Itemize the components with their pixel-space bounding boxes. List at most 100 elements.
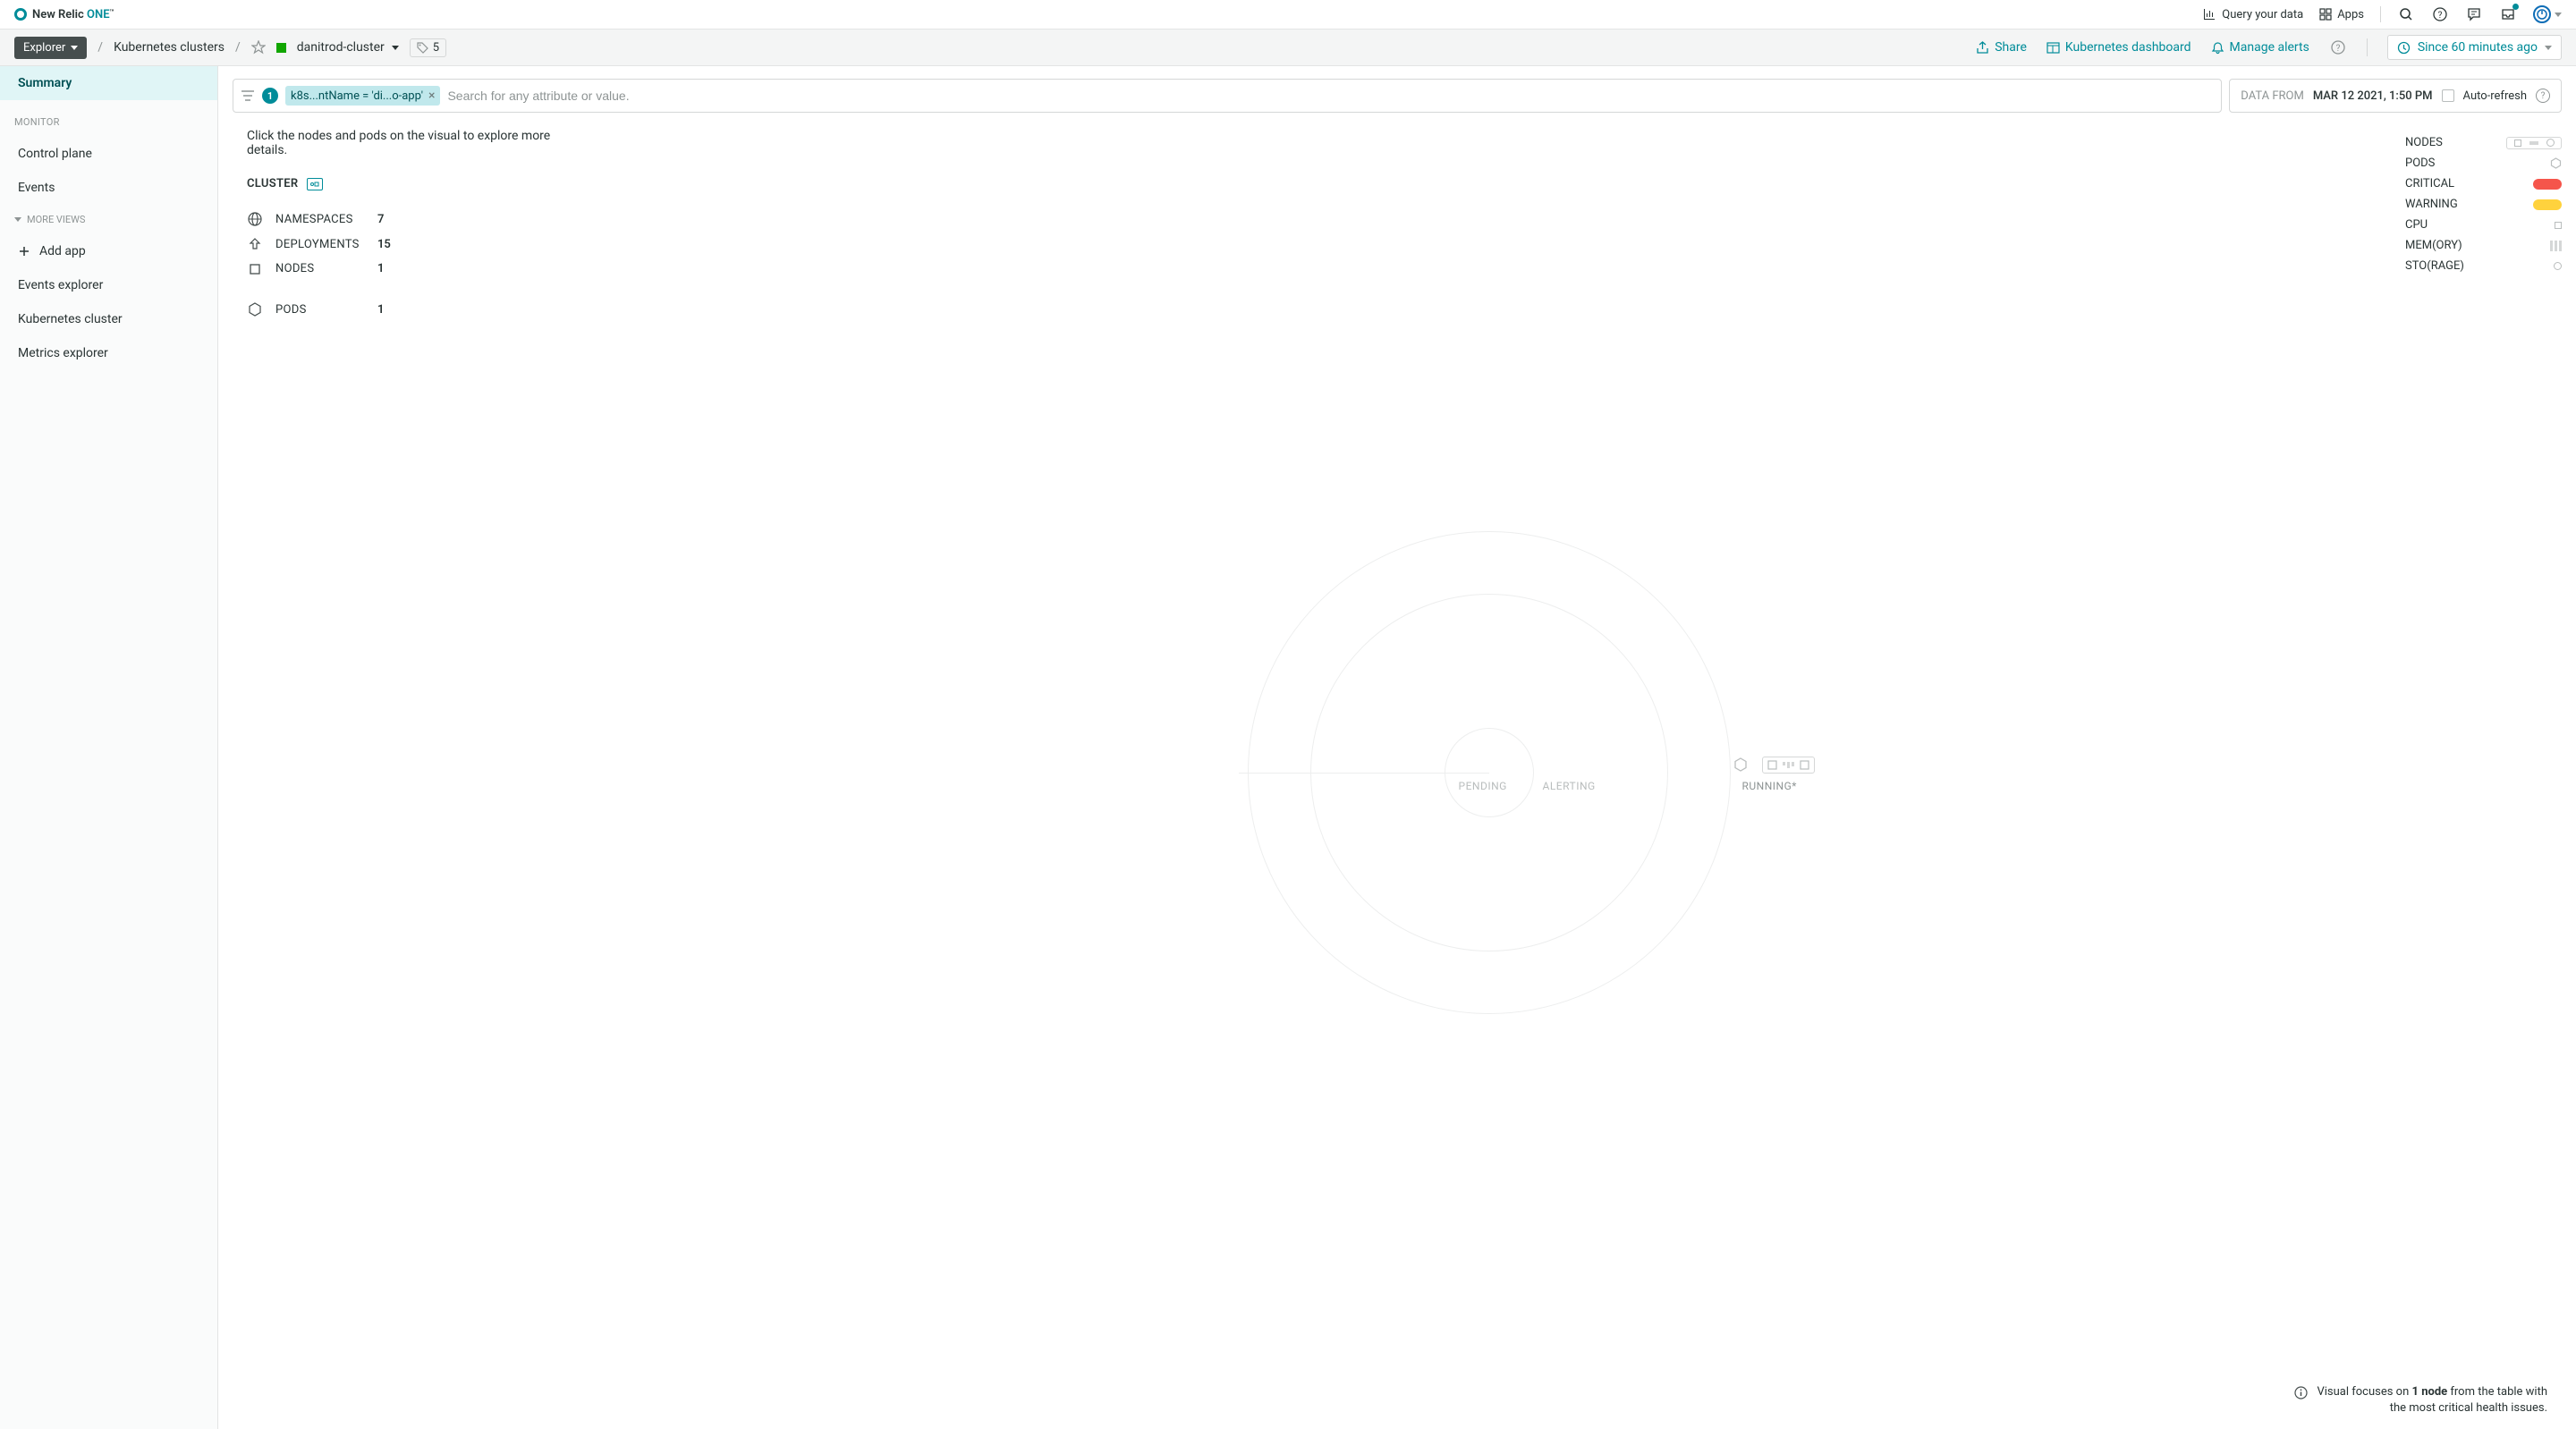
storage-swatch — [2554, 262, 2562, 270]
auto-refresh-label: Auto-refresh — [2463, 89, 2527, 103]
cluster-title: CLUSTER — [247, 177, 572, 190]
query-data-link[interactable]: Query your data — [2202, 7, 2303, 21]
filter-chip[interactable]: k8s...ntName = 'di...o-app' × — [285, 86, 440, 106]
chevron-down-icon — [14, 217, 21, 222]
help-button[interactable]: ? — [2431, 5, 2449, 23]
label-alerting: ALERTING — [1543, 780, 1596, 792]
user-menu[interactable] — [2533, 5, 2562, 23]
running-node-marker[interactable] — [1762, 757, 1815, 774]
brand-icon — [14, 8, 27, 21]
notification-dot — [2512, 4, 2519, 10]
radial-line — [1239, 773, 1489, 774]
feedback-button[interactable] — [2465, 5, 2483, 23]
hexagon-icon — [247, 302, 263, 317]
dashboard-link[interactable]: Kubernetes dashboard — [2046, 40, 2191, 55]
auto-refresh-checkbox[interactable] — [2442, 89, 2454, 102]
filter-icon — [241, 89, 255, 102]
cluster-icon — [307, 178, 323, 190]
square-icon — [1767, 760, 1777, 770]
sidebar-summary[interactable]: Summary — [0, 66, 217, 100]
dashboard-icon — [2046, 41, 2060, 55]
memory-swatch — [2550, 241, 2562, 251]
breadcrumb-clusters[interactable]: Kubernetes clusters — [114, 40, 225, 55]
help-icon: ? — [2331, 40, 2345, 55]
square-icon — [247, 263, 263, 275]
legend-memory: MEM(ORY) — [2405, 235, 2562, 256]
clock-icon — [2397, 41, 2411, 55]
apps-link[interactable]: Apps — [2319, 8, 2364, 21]
warning-swatch — [2533, 199, 2562, 210]
metric-nodes[interactable]: NODES 1 — [247, 257, 572, 281]
hexagon-icon — [2550, 157, 2562, 169]
sidebar-heading-monitor: MONITOR — [0, 100, 217, 137]
node-swatch — [2506, 137, 2562, 149]
legend-pods: PODS — [2405, 153, 2562, 173]
critical-swatch — [2533, 179, 2562, 190]
upload-icon — [247, 237, 263, 251]
chevron-down-icon — [71, 46, 78, 50]
divider — [2367, 38, 2368, 56]
notifications-button[interactable] — [2499, 5, 2517, 23]
hexagon-icon — [1733, 757, 1748, 772]
chart-icon — [2202, 7, 2216, 21]
data-from-box: DATA FROM MAR 12 2021, 1:50 PM Auto-refr… — [2229, 79, 2562, 113]
bars-icon — [1783, 762, 1794, 768]
metric-pods[interactable]: PODS 1 — [247, 297, 572, 322]
legend: NODES PODS CRITICAL WARNING — [2405, 129, 2562, 1416]
favorite-star[interactable] — [251, 40, 266, 55]
share-button[interactable]: Share — [1976, 40, 2027, 55]
sub-header: Explorer / Kubernetes clusters / danitro… — [0, 30, 2576, 66]
filter-bar[interactable]: 1 k8s...ntName = 'di...o-app' × — [233, 79, 2222, 113]
cluster-panel: Click the nodes and pods on the visual t… — [233, 129, 572, 1416]
footer-note: Visual focuses on 1 node from the table … — [2294, 1384, 2547, 1416]
sidebar-add-app[interactable]: Add app — [0, 234, 217, 268]
cluster-visual[interactable]: PENDING ALERTING RUNNING* — [590, 129, 2387, 1416]
tags-chip[interactable]: 5 — [410, 38, 446, 57]
filter-input[interactable] — [447, 89, 2214, 103]
divider — [2380, 6, 2381, 22]
sidebar-events[interactable]: Events — [0, 171, 217, 205]
search-icon — [2399, 7, 2413, 21]
sidebar-more-views-toggle[interactable]: MORE VIEWS — [0, 205, 217, 234]
share-icon — [1976, 41, 1989, 55]
running-pod-marker[interactable] — [1733, 757, 1748, 772]
grid-icon — [2319, 8, 2332, 21]
label-pending: PENDING — [1459, 780, 1507, 792]
legend-nodes: NODES — [2405, 132, 2562, 153]
hint-text: Click the nodes and pods on the visual t… — [247, 129, 572, 157]
help-icon: ? — [2433, 7, 2447, 21]
metric-namespaces[interactable]: NAMESPACES 7 — [247, 207, 572, 232]
globe-icon — [247, 212, 263, 226]
sidebar-metrics-explorer[interactable]: Metrics explorer — [0, 336, 217, 370]
chat-icon — [2467, 7, 2481, 21]
brand-text: New Relic ONE™ — [32, 8, 114, 21]
legend-critical: CRITICAL — [2405, 173, 2562, 194]
breadcrumb-separator: / — [97, 40, 103, 55]
cluster-name-dropdown[interactable]: danitrod-cluster — [297, 40, 399, 55]
sidebar-k8s-cluster[interactable]: Kubernetes cluster — [0, 302, 217, 336]
explorer-dropdown[interactable]: Explorer — [14, 37, 87, 59]
chip-remove[interactable]: × — [428, 89, 435, 103]
legend-storage: STO(RAGE) — [2405, 256, 2562, 276]
plus-icon — [18, 245, 30, 258]
cpu-swatch — [2555, 222, 2562, 229]
manage-alerts-link[interactable]: Manage alerts — [2211, 40, 2309, 55]
avatar-icon — [2533, 5, 2551, 23]
time-picker[interactable]: Since 60 minutes ago — [2387, 35, 2562, 60]
help-contextual[interactable]: ? — [2329, 38, 2347, 56]
metric-deployments[interactable]: DEPLOYMENTS 15 — [247, 232, 572, 257]
brand-logo[interactable]: New Relic ONE™ — [14, 8, 114, 21]
data-from-value: MAR 12 2021, 1:50 PM — [2313, 89, 2433, 103]
search-button[interactable] — [2397, 5, 2415, 23]
status-indicator — [276, 43, 286, 53]
data-from-label: DATA FROM — [2241, 89, 2304, 103]
auto-refresh-help[interactable]: ? — [2536, 89, 2550, 103]
sidebar-events-explorer[interactable]: Events explorer — [0, 268, 217, 302]
svg-text:?: ? — [2335, 44, 2340, 54]
chevron-down-icon — [392, 46, 399, 50]
sidebar-control-plane[interactable]: Control plane — [0, 137, 217, 171]
top-header: New Relic ONE™ Query your data Apps ? — [0, 0, 2576, 30]
sidebar: Summary MONITOR Control plane Events MOR… — [0, 66, 218, 1429]
chevron-down-icon — [2545, 46, 2552, 50]
svg-text:?: ? — [2438, 11, 2443, 21]
